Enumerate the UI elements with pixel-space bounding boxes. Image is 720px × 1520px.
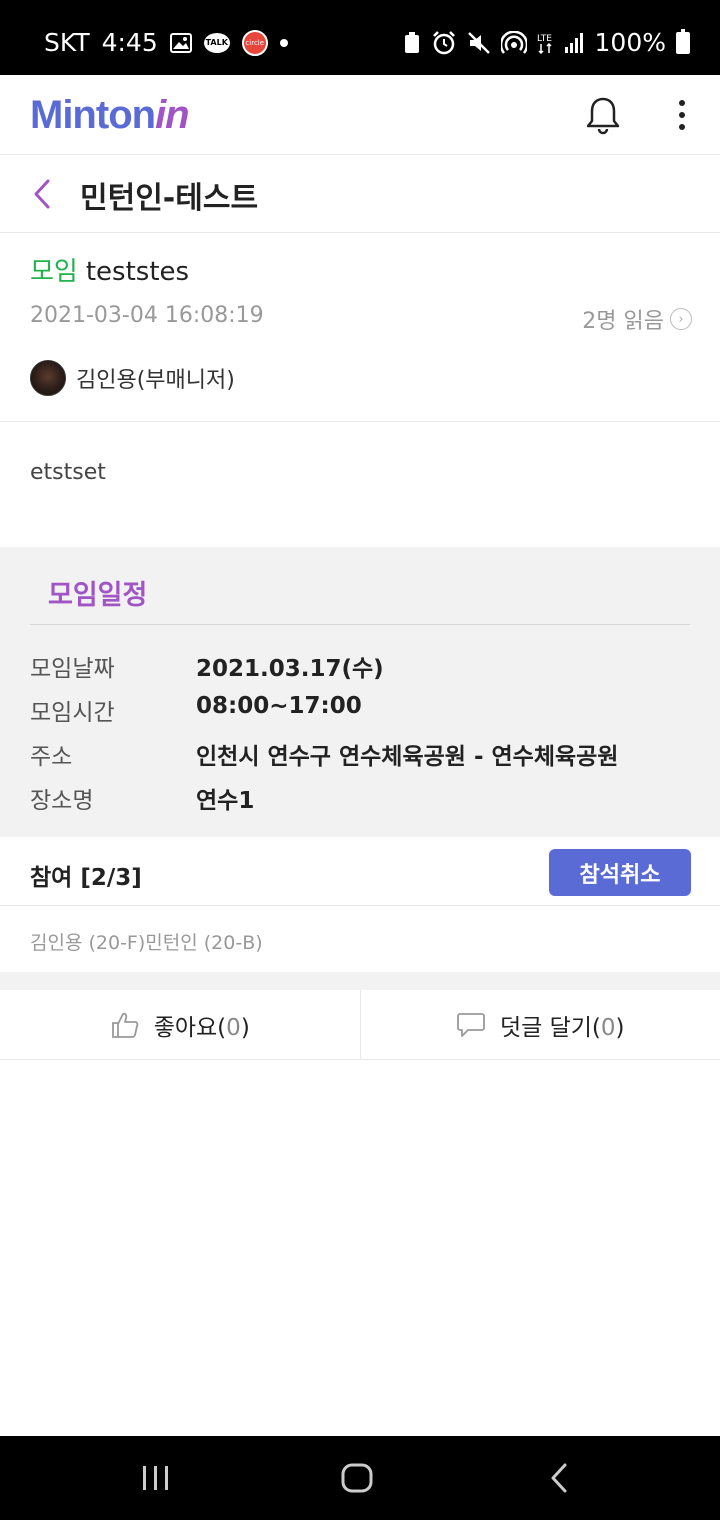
schedule-label: 장소명 bbox=[30, 788, 94, 814]
mute-icon bbox=[467, 31, 491, 55]
schedule-title: 모임일정 bbox=[48, 580, 148, 611]
schedule-section: 모임일정 모임날짜 2021.03.17(수) 모임시간 08:00~17:00… bbox=[0, 547, 720, 837]
kakaotalk-icon: TALK bbox=[203, 32, 230, 53]
post-header: 모임 teststes 2021-03-04 16:08:19 2명 읽음 › 김… bbox=[0, 233, 720, 422]
schedule-value: 연수1 bbox=[196, 788, 255, 814]
post-date: 2021-03-04 16:08:19 bbox=[30, 303, 264, 328]
battery-saver-icon bbox=[403, 31, 421, 55]
logo-text: Minton bbox=[30, 93, 156, 137]
back-chevron-icon[interactable] bbox=[30, 177, 54, 211]
chevron-right-circle-icon: › bbox=[670, 308, 692, 330]
schedule-row-address: 주소 인천시 연수구 연수체육공원 - 연수체육공원 bbox=[30, 737, 618, 771]
alarm-icon bbox=[431, 30, 457, 55]
like-close: ) bbox=[240, 1014, 250, 1041]
comment-label: 덧글 달기(0) bbox=[500, 1008, 625, 1042]
status-bar: SKT 4:45 TALK circle LTE 100% bbox=[0, 0, 720, 75]
like-text: 좋아요( bbox=[153, 1014, 227, 1041]
schedule-value: 08:00~17:00 bbox=[196, 693, 362, 719]
comment-count: 0 bbox=[600, 1014, 616, 1041]
logo-suffix: in bbox=[155, 93, 190, 137]
author-name: 김인용(부매니저) bbox=[76, 368, 235, 393]
like-label: 좋아요(0) bbox=[154, 1008, 250, 1042]
divider bbox=[30, 624, 690, 625]
more-notifications-dot bbox=[279, 38, 288, 47]
post-title-text: teststes bbox=[85, 257, 190, 287]
schedule-row-time: 모임시간 08:00~17:00 bbox=[30, 693, 362, 727]
schedule-value: 인천시 연수구 연수체육공원 - 연수체육공원 bbox=[196, 744, 619, 770]
like-count: 0 bbox=[226, 1014, 241, 1041]
page-title: 민턴인-테스트 bbox=[80, 181, 259, 216]
schedule-value: 2021.03.17(수) bbox=[196, 656, 384, 682]
comment-button[interactable]: 덧글 달기(0) bbox=[359, 990, 720, 1059]
more-vertical-icon[interactable] bbox=[670, 97, 694, 133]
section-divider bbox=[0, 972, 720, 990]
system-nav-bar bbox=[0, 1436, 720, 1520]
bell-icon[interactable] bbox=[584, 95, 622, 135]
schedule-label: 모임시간 bbox=[30, 700, 115, 726]
schedule-row-venue: 장소명 연수1 bbox=[30, 781, 254, 815]
recent-apps-icon[interactable] bbox=[140, 1464, 172, 1492]
app-header: Mintonin bbox=[0, 75, 720, 155]
schedule-label: 모임날짜 bbox=[30, 656, 115, 682]
comment-text: 덧글 달기( bbox=[499, 1014, 601, 1041]
author: 김인용(부매니저) bbox=[30, 360, 235, 396]
lte-signal-icon: LTE bbox=[537, 31, 585, 55]
schedule-label: 주소 bbox=[30, 744, 73, 770]
schedule-row-date: 모임날짜 2021.03.17(수) bbox=[30, 649, 384, 683]
post-type-badge: 모임 bbox=[30, 257, 78, 287]
svg-text:LTE: LTE bbox=[537, 34, 552, 44]
comment-close: ) bbox=[615, 1014, 625, 1041]
home-icon[interactable] bbox=[340, 1462, 374, 1494]
cancel-attendance-button[interactable]: 참석취소 bbox=[549, 849, 691, 896]
comment-bubble-icon bbox=[457, 1012, 485, 1037]
participant-names: 김인용 (20-F)민턴인 (20-B) bbox=[30, 932, 263, 954]
read-count: 2명 읽음 bbox=[582, 309, 664, 334]
nav-back-icon[interactable] bbox=[548, 1462, 570, 1494]
participants-count: 참여 [2/3] bbox=[30, 865, 142, 891]
notification-app-icon: circle bbox=[241, 29, 268, 56]
hotspot-icon bbox=[500, 30, 527, 55]
battery-percent: 100% bbox=[594, 28, 666, 57]
participants-bar: 참여 [2/3] 참석취소 bbox=[0, 837, 720, 906]
post-title: 모임 teststes bbox=[30, 251, 189, 288]
gallery-icon bbox=[169, 32, 192, 53]
post-actions: 좋아요(0) 덧글 달기(0) bbox=[0, 990, 720, 1060]
minton-in-logo[interactable]: Mintonin bbox=[30, 93, 190, 138]
thumbs-up-icon bbox=[111, 1012, 138, 1038]
carrier-label: SKT bbox=[44, 28, 90, 57]
post-body: etstset bbox=[30, 460, 106, 485]
title-bar: 민턴인-테스트 bbox=[0, 155, 720, 233]
battery-icon bbox=[676, 28, 690, 54]
read-count-link[interactable]: 2명 읽음 › bbox=[582, 303, 692, 335]
avatar bbox=[30, 360, 66, 396]
like-button[interactable]: 좋아요(0) bbox=[0, 990, 360, 1059]
clock: 4:45 bbox=[101, 28, 158, 57]
